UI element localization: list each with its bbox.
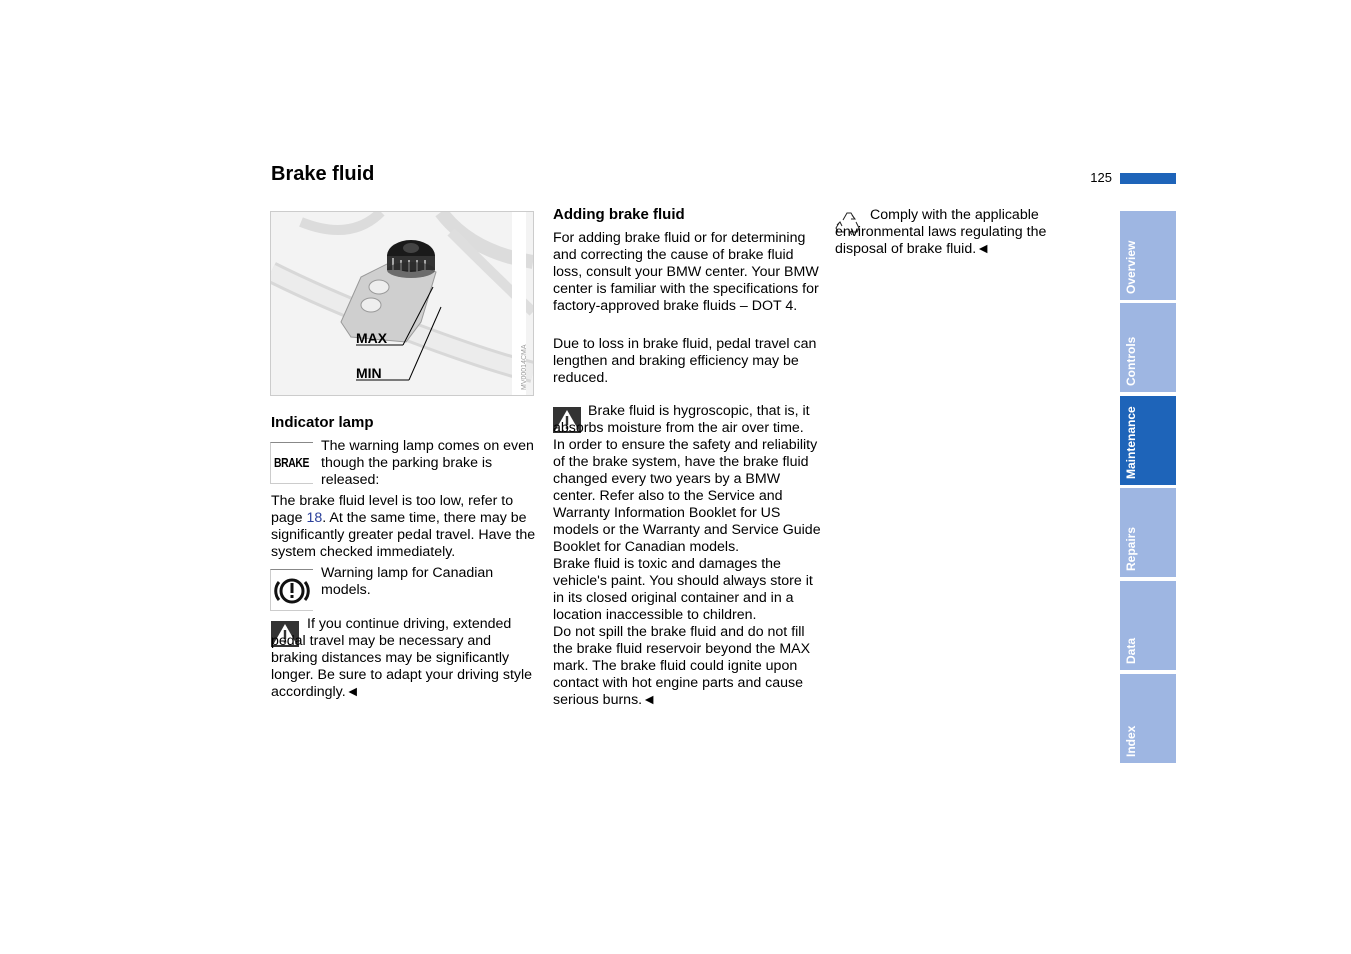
adding-para-1: For adding brake fluid or for determinin… xyxy=(553,230,819,314)
brake-warning-symbol-icon xyxy=(274,578,310,604)
brake-reservoir-figure: MAX MIN MV00014CMA xyxy=(270,211,534,396)
warning-para-4: Do not spill the brake fluid and do not … xyxy=(553,624,811,708)
lamp-text: The warning lamp comes on even though th… xyxy=(321,438,534,488)
level-text: The brake fluid level is too low, refer … xyxy=(271,493,536,560)
page-18-link[interactable]: 18 xyxy=(307,510,323,526)
environment-note: Comply with the applicable environmental… xyxy=(835,207,1047,257)
tab-repairs[interactable]: Repairs xyxy=(1120,488,1176,577)
canadian-brake-lamp-icon xyxy=(270,569,313,611)
max-label: MAX xyxy=(356,330,388,346)
page-number: 125 xyxy=(1090,170,1112,185)
indicator-lamp-heading: Indicator lamp xyxy=(271,414,374,431)
tab-maintenance[interactable]: Maintenance xyxy=(1120,396,1176,485)
tab-index[interactable]: Index xyxy=(1120,674,1176,763)
tab-data[interactable]: Data xyxy=(1120,581,1176,670)
min-label: MIN xyxy=(356,365,382,381)
warning-para-3: Brake fluid is toxic and damages the veh… xyxy=(553,556,813,623)
page-marker-bar xyxy=(1120,173,1176,184)
engine-illustration xyxy=(271,212,533,395)
continue-driving-warning: If you continue driving, extended pedal … xyxy=(271,616,533,700)
adding-brake-fluid-heading: Adding brake fluid xyxy=(553,206,685,223)
canadian-lamp-text: Warning lamp for Canadian models. xyxy=(321,565,494,598)
tab-controls[interactable]: Controls xyxy=(1120,303,1176,392)
adding-para-2: Due to loss in brake fluid, pedal travel… xyxy=(553,336,817,386)
figure-code: MV00014CMA xyxy=(521,344,528,390)
page-title: Brake fluid xyxy=(271,163,375,185)
brake-lamp-icon: BRAKE xyxy=(270,442,313,484)
tab-overview[interactable]: Overview xyxy=(1120,211,1176,300)
hygroscopic-warning: Brake fluid is hygroscopic, that is, it … xyxy=(553,403,825,709)
warning-para-1: Brake fluid is hygroscopic, that is, it … xyxy=(553,403,810,436)
warning-para-2: In order to ensure the safety and reliab… xyxy=(553,437,821,555)
